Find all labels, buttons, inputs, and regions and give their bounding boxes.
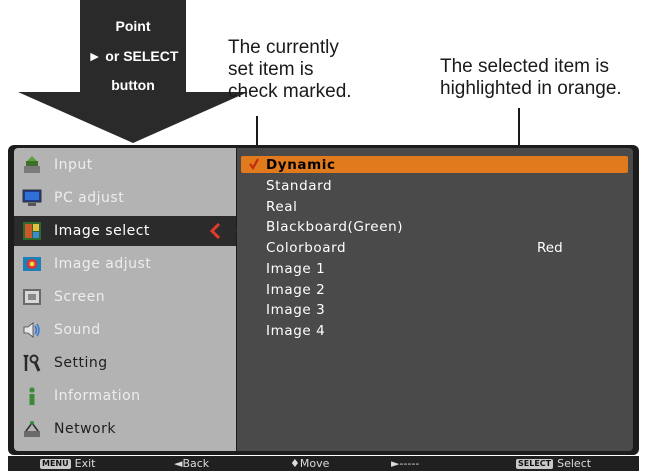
options-list: Dynamic Standard Real Blackboard(Green) … — [237, 148, 633, 451]
sidebar-item-pc-adjust[interactable]: PC adjust — [14, 183, 236, 213]
sidebar-item-input[interactable]: Input — [14, 150, 236, 180]
sidebar-item-setting[interactable]: Setting — [14, 348, 236, 378]
pc-adjust-icon — [21, 187, 43, 209]
option-image-1[interactable]: Image 1 — [237, 260, 628, 277]
option-blackboard-green[interactable]: Blackboard(Green) — [237, 218, 628, 235]
sidebar-item-sound[interactable]: Sound — [14, 315, 236, 345]
arrow-text-line-3: button — [111, 77, 155, 93]
option-image-3[interactable]: Image 3 — [237, 301, 628, 318]
sidebar-item-screen[interactable]: Screen — [14, 282, 236, 312]
select-key: SELECT — [516, 458, 554, 469]
arrow-text-line-1: Point — [115, 18, 151, 34]
check-mark-icon — [249, 158, 259, 170]
option-dynamic[interactable]: Dynamic — [241, 156, 628, 173]
image-adjust-icon — [21, 253, 43, 275]
sidebar-item-network[interactable]: Network — [14, 414, 236, 444]
osd-menu-panel: Input PC adjust Image select Image adjus… — [8, 145, 639, 455]
input-icon — [21, 154, 43, 176]
check-callout: The currently set item is check marked. — [228, 37, 352, 102]
menu-sidebar: Input PC adjust Image select Image adjus… — [14, 148, 245, 451]
highlight-callout: The selected item is highlighted in oran… — [440, 56, 622, 99]
arrow-text-line-2: ► or SELECT — [87, 48, 179, 64]
option-image-4[interactable]: Image 4 — [237, 322, 628, 339]
back-chevron-icon[interactable] — [210, 223, 220, 239]
select-hint[interactable]: SELECT Select — [516, 457, 591, 470]
back-hint[interactable]: ◄Back — [174, 457, 209, 470]
menu-key: MENU — [40, 458, 71, 469]
screen-icon — [21, 286, 43, 308]
move-hint: ♦Move — [290, 457, 330, 470]
option-image-2[interactable]: Image 2 — [237, 281, 628, 298]
option-real[interactable]: Real — [237, 198, 628, 215]
sidebar-item-information[interactable]: Information — [14, 381, 236, 411]
sidebar-item-image-select[interactable]: Image select — [14, 216, 245, 246]
option-colorboard[interactable]: Colorboard Red — [237, 239, 628, 256]
point-arrow: Point ► or SELECT button — [18, 0, 248, 143]
option-standard[interactable]: Standard — [237, 177, 628, 194]
image-select-icon — [21, 220, 43, 242]
colorboard-value: Red — [537, 239, 563, 256]
guide-bar: MENU Exit ◄Back ♦Move ►----- SELECT Sele… — [8, 456, 639, 471]
next-hint: ►----- — [391, 457, 420, 470]
information-icon — [21, 385, 43, 407]
sidebar-item-image-adjust[interactable]: Image adjust — [14, 249, 236, 279]
setting-icon — [21, 352, 43, 374]
exit-hint[interactable]: MENU Exit — [40, 457, 95, 470]
network-icon — [21, 418, 43, 440]
sound-icon — [21, 319, 43, 341]
